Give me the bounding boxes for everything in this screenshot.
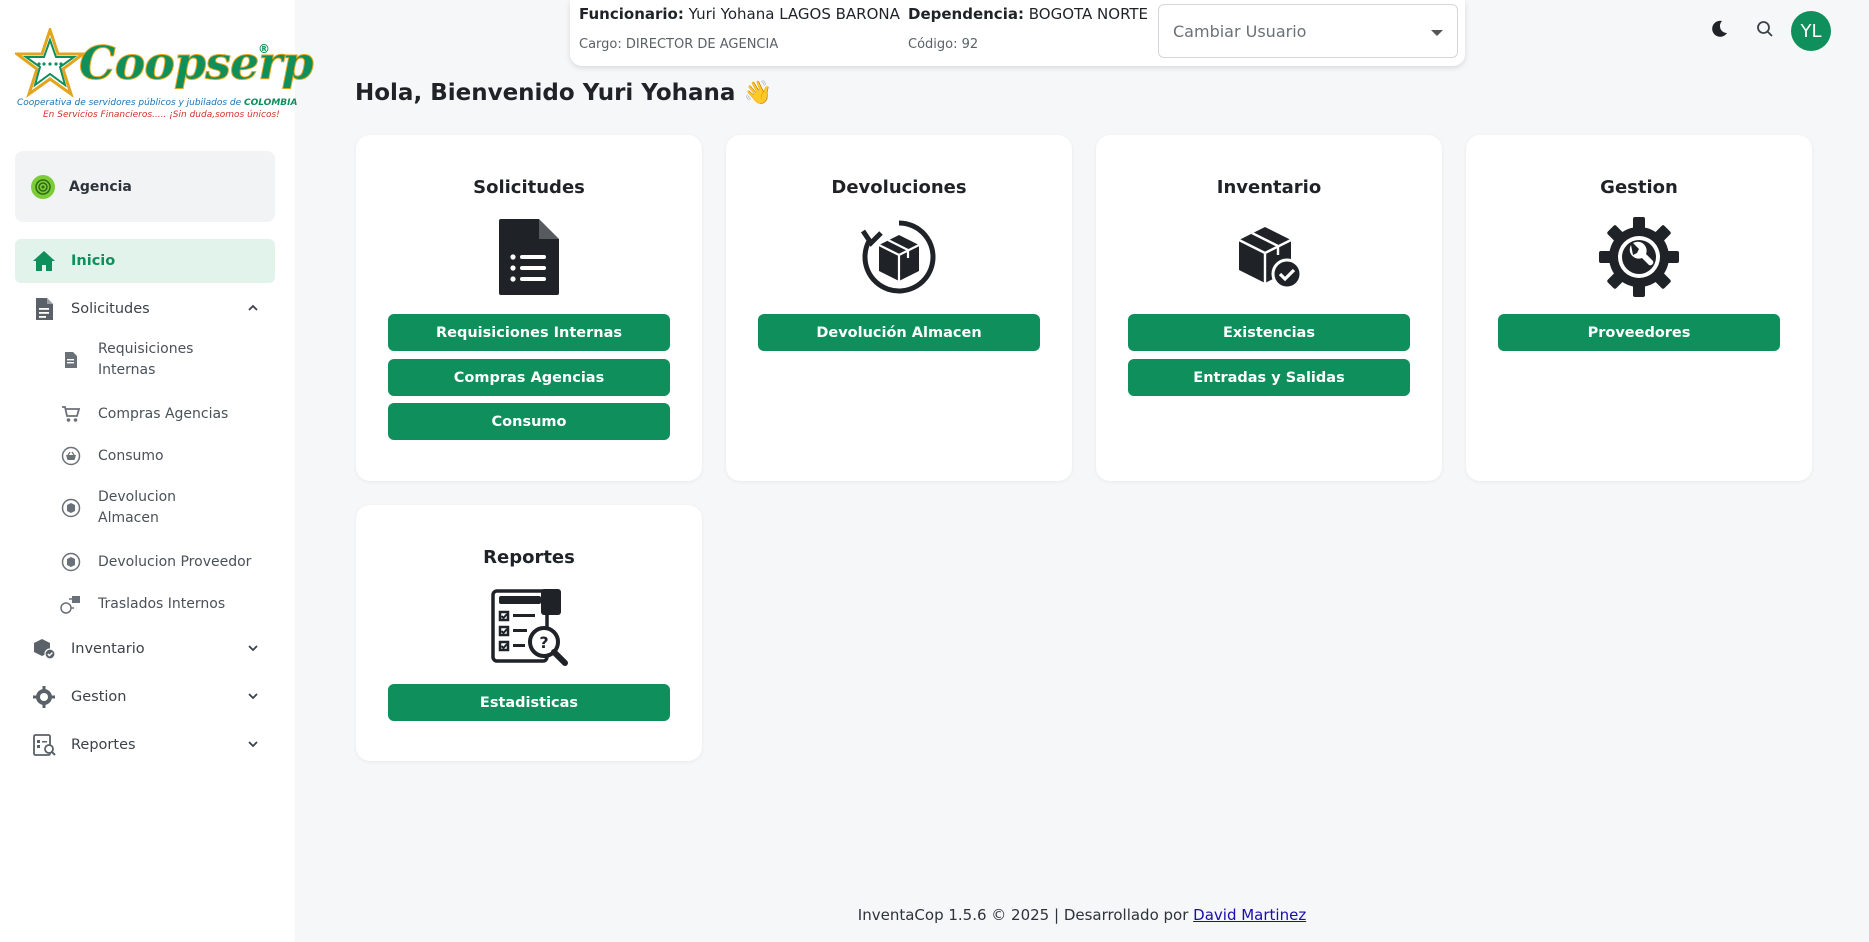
sidebar-item-label: Solicitudes [71,301,150,317]
document-icon [60,349,82,371]
page-title: Hola, Bienvenido Yuri Yohana 👋 [355,80,773,106]
user-avatar[interactable]: YL [1791,11,1831,51]
card-title: Devoluciones [831,177,967,198]
caret-down-icon [1431,30,1443,36]
chevron-up-icon [248,304,258,311]
dependencia-info: Dependencia: BOGOTA NORTE [908,5,1149,23]
sidebar-subitem-consumo[interactable]: Consumo [60,445,275,467]
sidebar-subitem-devolucion-proveedor[interactable]: Devolucion Proveedor [60,551,275,573]
sidebar-item-label: Inventario [71,641,145,657]
sidebar-item-reportes[interactable]: Reportes [15,723,275,767]
star-logo-icon [15,28,85,98]
cart-icon [60,403,82,425]
card-title: Gestion [1600,177,1678,198]
card-reportes: Reportes ? Estadisticas [356,505,702,761]
sidebar-item-label: Gestion [71,689,127,705]
gear-wrench-icon [1599,217,1679,297]
card-gestion: Gestion Proveedores [1466,135,1812,481]
sidebar-subitem-traslados[interactable]: Traslados Internos [60,593,275,615]
subitem-label: Traslados Internos [98,595,226,612]
sidebar: Coopserp ® Cooperativa de servidores púb… [0,0,314,942]
svg-text:?: ? [539,633,548,652]
chevron-down-icon [248,693,258,700]
sidebar-subitem-devolucion-almacen[interactable]: Devolucion Almacen [60,487,275,529]
footer: InventaCop 1.5.6 © 2025 | Desarrollado p… [295,906,1869,924]
subitem-label: Internas [98,362,156,378]
basket-icon [60,445,82,467]
consumo-button[interactable]: Consumo [388,403,670,440]
agency-label: Agencia [69,178,132,195]
sidebar-item-gestion[interactable]: Gestion [15,675,275,719]
logo-slogan: En Servicios Financieros..... ¡Sin duda,… [43,110,280,120]
transfer-icon [60,593,82,615]
box-check-icon [31,636,57,662]
subitem-label: Consumo [98,447,164,464]
return-box-icon [60,497,82,519]
sidebar-subitem-requisiciones[interactable]: Requisiciones Internas [60,339,275,381]
search-button[interactable] [1752,16,1778,42]
agency-selector[interactable]: Agencia [15,151,275,222]
coopserp-logo[interactable]: Coopserp ® Cooperativa de servidores púb… [15,28,314,123]
sidebar-item-label: Reportes [71,737,136,753]
report-search-icon: ? [489,587,569,667]
chevron-down-icon [248,741,258,748]
estadisticas-button[interactable]: Estadisticas [388,684,670,721]
registered-mark: ® [258,42,270,56]
codigo-info: Código: 92 [908,37,979,52]
sidebar-item-solicitudes[interactable]: Solicitudes [15,287,275,331]
document-icon [31,296,57,322]
entradas-salidas-button[interactable]: Entradas y Salidas [1128,359,1410,396]
gear-icon [31,684,57,710]
devolucion-almacen-button[interactable]: Devolución Almacen [758,314,1040,351]
cargo-info: Cargo: DIRECTOR DE AGENCIA [579,37,779,52]
card-title: Inventario [1216,177,1322,198]
card-title: Reportes [483,547,575,568]
logo-tagline: Cooperativa de servidores públicos y jub… [17,98,298,108]
subitem-label: Almacen [98,510,159,526]
subitem-label: Devolucion Proveedor [98,553,252,570]
user-info-bar: Funcionario: Yuri Yohana LAGOS BARONA Ca… [570,0,1465,66]
search-icon [1757,21,1773,37]
report-icon [31,732,57,758]
sidebar-item-inicio[interactable]: Inicio [15,239,275,283]
change-user-select[interactable]: Cambiar Usuario [1158,4,1458,58]
subitem-label: Requisiciones [98,341,194,357]
card-inventario: Inventario Existencias Entradas y Salida… [1096,135,1442,481]
document-list-icon [489,217,569,297]
card-solicitudes: Solicitudes Requisiciones Internas Compr… [356,135,702,481]
sidebar-item-label: Inicio [71,253,116,269]
compras-agencias-button[interactable]: Compras Agencias [388,359,670,396]
dark-mode-toggle[interactable] [1706,16,1732,42]
requisiciones-internas-button[interactable]: Requisiciones Internas [388,314,670,351]
select-placeholder: Cambiar Usuario [1173,21,1307,41]
proveedores-button[interactable]: Proveedores [1498,314,1780,351]
subitem-label: Compras Agencias [98,405,229,422]
box-check-icon [1229,217,1309,297]
funcionario-info: Funcionario: Yuri Yohana LAGOS BARONA [579,5,900,23]
author-link[interactable]: David Martinez [1193,906,1306,924]
brand-name: Coopserp [79,36,315,91]
moon-icon [1712,20,1727,37]
subitem-label: Devolucion [98,489,177,505]
return-box-icon [60,551,82,573]
footer-text: InventaCop 1.5.6 © 2025 | Desarrollado p… [857,906,1194,924]
card-devoluciones: Devoluciones Devolución Almacen [726,135,1072,481]
card-title: Solicitudes [473,177,585,198]
agency-icon [31,174,55,199]
existencias-button[interactable]: Existencias [1128,314,1410,351]
home-icon [31,248,57,274]
sidebar-item-inventario[interactable]: Inventario [15,627,275,671]
return-box-icon [859,217,939,297]
chevron-down-icon [248,645,258,652]
sidebar-subitem-compras[interactable]: Compras Agencias [60,403,275,425]
